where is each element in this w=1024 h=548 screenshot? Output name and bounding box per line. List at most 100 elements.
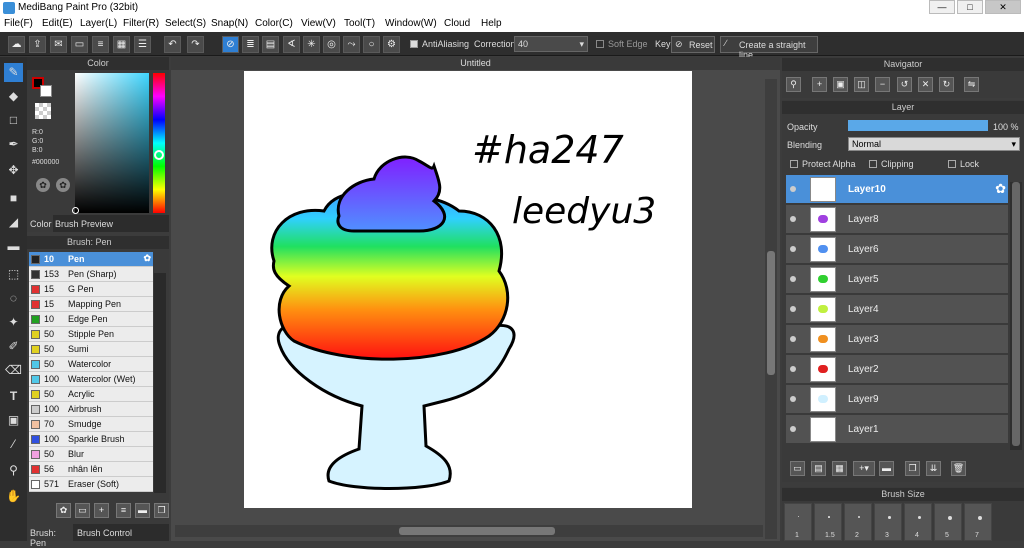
dot-tool-icon[interactable]: □ <box>4 111 23 130</box>
horizontal-scrollbar[interactable] <box>175 525 763 537</box>
drawing-canvas[interactable]: #ha247 leedyu3 <box>244 71 692 508</box>
layer-list-scrollbar[interactable] <box>1010 182 1022 450</box>
brush-item[interactable]: 56 nhân lên <box>29 462 153 477</box>
move-tool-icon[interactable]: ✥ <box>4 161 23 180</box>
folder-icon[interactable]: ▬ <box>879 461 894 476</box>
brush-item[interactable]: 10 Edge Pen <box>29 312 153 327</box>
visibility-icon[interactable] <box>790 306 796 312</box>
palette-add-icon[interactable]: ✿ <box>56 178 70 192</box>
brush-size-option[interactable]: 1.5 <box>814 503 842 541</box>
menu-edit[interactable]: Edit(E) <box>42 18 73 29</box>
brush-duplicate-icon[interactable]: ❐ <box>154 503 169 518</box>
layer-row[interactable]: Layer4 <box>786 295 1008 324</box>
soft-edge-checkbox[interactable] <box>596 40 604 48</box>
visibility-icon[interactable] <box>790 186 796 192</box>
opacity-slider[interactable] <box>848 120 988 131</box>
layer-row[interactable]: Layer9 <box>786 385 1008 414</box>
eraser-tool-icon[interactable]: ◆ <box>4 87 23 106</box>
list-icon[interactable]: ☰ <box>134 36 151 53</box>
select-pen-icon[interactable]: ✐ <box>4 337 23 356</box>
brush-item[interactable]: 100 Airbrush <box>29 402 153 417</box>
select-eraser-icon[interactable]: ⌫ <box>4 361 23 380</box>
close-button[interactable]: ✕ <box>985 0 1021 14</box>
tab-brush-control[interactable]: Brush Control <box>77 528 132 538</box>
divide-tool-icon[interactable]: ▣ <box>4 411 23 430</box>
brush-item[interactable]: 50 Stipple Pen <box>29 327 153 342</box>
menu-layer[interactable]: Layer(L) <box>80 18 117 29</box>
brush-item[interactable]: 50 Sumi <box>29 342 153 357</box>
brush-item[interactable]: 571 Eraser (Soft) <box>29 477 153 492</box>
blending-select[interactable]: Normal ▾ <box>848 137 1020 151</box>
visibility-icon[interactable] <box>790 366 796 372</box>
menu-tool[interactable]: Tool(T) <box>344 18 375 29</box>
menu-select[interactable]: Select(S) <box>165 18 206 29</box>
comment-icon[interactable]: ✉ <box>50 36 67 53</box>
brush-list-scrollbar[interactable] <box>154 273 166 493</box>
brush-size-option[interactable]: 4 <box>904 503 932 541</box>
share-icon[interactable]: ⇪ <box>29 36 46 53</box>
brush-add-icon[interactable]: + <box>94 503 109 518</box>
layer-row[interactable]: Layer10 ✿ <box>786 175 1008 204</box>
brush-tool-icon[interactable]: ✒ <box>4 135 23 154</box>
grid-snap-icon[interactable]: ▤ <box>262 36 279 53</box>
zoom-in-icon[interactable]: + <box>812 77 827 92</box>
tab-brush-preview[interactable]: Brush Preview <box>55 219 113 229</box>
duplicate-layer-icon[interactable]: ❐ <box>905 461 920 476</box>
merge-layer-icon[interactable]: ⇊ <box>926 461 941 476</box>
correction-select[interactable]: 40 ▾ <box>514 36 588 52</box>
brush-new-icon[interactable]: ▭ <box>75 503 90 518</box>
brush-size-option[interactable]: 1 <box>784 503 812 541</box>
transparent-color-swatch[interactable] <box>35 103 51 119</box>
undo-icon[interactable]: ↶ <box>164 36 181 53</box>
menu-help[interactable]: Help <box>481 18 502 29</box>
curve-snap-icon[interactable]: ⤳ <box>343 36 360 53</box>
visibility-icon[interactable] <box>790 396 796 402</box>
layer-row[interactable]: Layer1 <box>786 415 1008 444</box>
snap-off-icon[interactable]: ⊘ <box>222 36 239 53</box>
rotate-right-icon[interactable]: ↻ <box>939 77 954 92</box>
brush-item[interactable]: 70 Smudge <box>29 417 153 432</box>
tab-brush-pen[interactable]: Brush: Pen <box>27 524 73 548</box>
hue-slider-handle[interactable] <box>154 150 164 160</box>
parallel-snap-icon[interactable]: ≣ <box>242 36 259 53</box>
lock-checkbox[interactable] <box>948 160 956 168</box>
layer-row[interactable]: Layer3 <box>786 325 1008 354</box>
visibility-icon[interactable] <box>790 276 796 282</box>
new-halftone-layer-icon[interactable]: ▤ <box>811 461 826 476</box>
menu-filter[interactable]: Filter(R) <box>123 18 159 29</box>
rotate-left-icon[interactable]: ↺ <box>897 77 912 92</box>
visibility-icon[interactable] <box>790 336 796 342</box>
perspective-snap-icon[interactable]: ∢ <box>283 36 300 53</box>
magic-wand-icon[interactable]: ✦ <box>4 313 23 332</box>
background-color-swatch[interactable] <box>40 85 52 97</box>
brush-item[interactable]: 50 Acrylic <box>29 387 153 402</box>
menu-snap[interactable]: Snap(N) <box>211 18 248 29</box>
lasso-tool-icon[interactable]: ◌ <box>4 289 23 308</box>
brush-size-option[interactable]: 5 <box>934 503 962 541</box>
cloud-icon[interactable]: ☁ <box>8 36 25 53</box>
flip-icon[interactable]: ⇋ <box>964 77 979 92</box>
concentric-snap-icon[interactable]: ◎ <box>323 36 340 53</box>
protect-alpha-checkbox[interactable] <box>790 160 798 168</box>
brush-item[interactable]: 100 Sparkle Brush <box>29 432 153 447</box>
vertical-scrollbar-thumb[interactable] <box>767 251 775 375</box>
menu-view[interactable]: View(V) <box>301 18 336 29</box>
brush-item[interactable]: 10 Pen ✿ <box>29 252 153 267</box>
brush-item[interactable]: 15 G Pen <box>29 282 153 297</box>
brush-item[interactable]: 100 Watercolor (Wet) <box>29 372 153 387</box>
vertical-scrollbar[interactable] <box>765 79 777 539</box>
fill-shape-icon[interactable]: ■ <box>4 189 23 208</box>
circle-snap-icon[interactable]: ○ <box>363 36 380 53</box>
brush-settings-icon[interactable]: ✿ <box>56 503 71 518</box>
clipping-checkbox[interactable] <box>869 160 877 168</box>
brush-item[interactable]: 50 Blur <box>29 447 153 462</box>
minimize-button[interactable]: — <box>929 0 955 14</box>
zoom-out-icon[interactable]: − <box>875 77 890 92</box>
layer-row[interactable]: Layer8 <box>786 205 1008 234</box>
new-layer-icon[interactable]: ▭ <box>790 461 805 476</box>
dropper-tool-icon[interactable]: ⚲ <box>4 461 23 480</box>
brush-gear-icon[interactable]: ✿ <box>143 253 151 264</box>
brush-folder-icon[interactable]: ▬ <box>135 503 150 518</box>
add-layer-menu-icon[interactable]: +▾ <box>853 461 875 476</box>
antialiasing-checkbox[interactable] <box>410 40 418 48</box>
